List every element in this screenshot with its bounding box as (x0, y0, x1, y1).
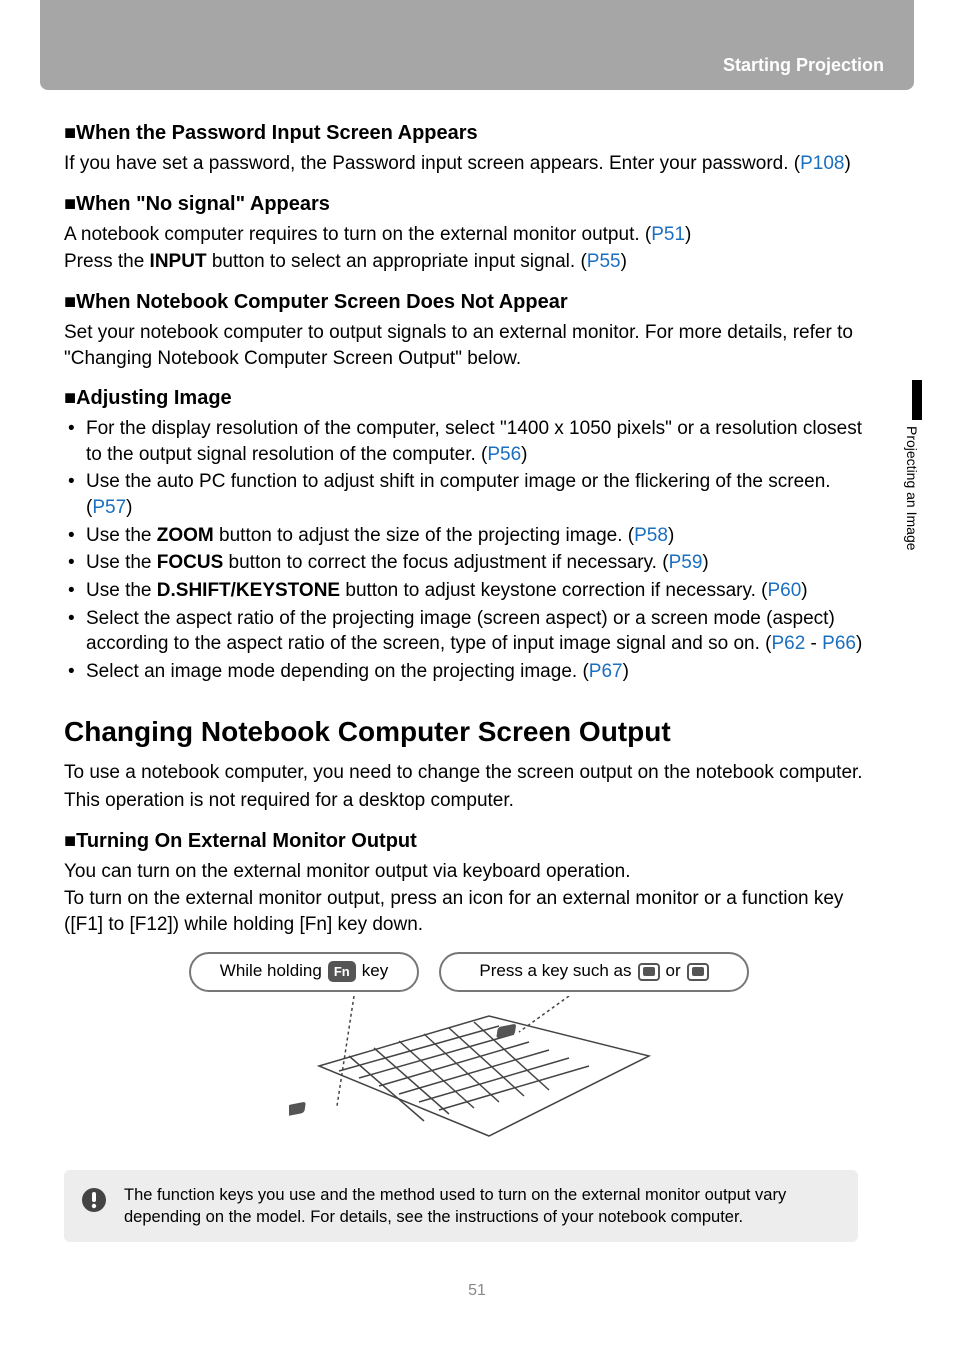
link-p59[interactable]: P59 (669, 552, 703, 573)
page-number: 51 (0, 1282, 954, 1320)
heading-text: When Notebook Computer Screen Does Not A… (76, 291, 568, 313)
caution-icon (80, 1186, 108, 1214)
list-item: Use the auto PC function to adjust shift… (64, 469, 864, 520)
heading-text: When "No signal" Appears (76, 193, 330, 215)
changing-p1: To use a notebook computer, you need to … (64, 760, 864, 786)
link-p58[interactable]: P58 (634, 525, 668, 546)
section-heading-password: ■When the Password Input Screen Appears (64, 120, 864, 147)
link-p67[interactable]: P67 (589, 661, 623, 682)
dshift-label: D.SHIFT/KEYSTONE (157, 580, 340, 601)
input-label: INPUT (150, 251, 207, 272)
list-item: Use the FOCUS button to correct the focu… (64, 550, 864, 576)
page-content: ■When the Password Input Screen Appears … (0, 90, 954, 1262)
list-item: Select the aspect ratio of the projectin… (64, 606, 864, 657)
section-heading-notebook: ■When Notebook Computer Screen Does Not … (64, 289, 864, 316)
nosignal-line2: Press the INPUT button to select an appr… (64, 249, 864, 275)
note-box: The function keys you use and the method… (64, 1170, 858, 1243)
link-p60[interactable]: P60 (767, 580, 801, 601)
heading-text: Turning On External Monitor Output (76, 830, 417, 852)
link-p55[interactable]: P55 (587, 251, 621, 272)
section-heading-adjusting: ■Adjusting Image (64, 385, 864, 412)
external-p2: To turn on the external monitor output, … (64, 886, 864, 937)
note-text: The function keys you use and the method… (124, 1186, 786, 1226)
capsule-text: or (666, 960, 681, 983)
capsule-text: key (362, 960, 388, 983)
capsule-text: While holding (220, 960, 322, 983)
side-tab-label: Projecting an Image (884, 426, 920, 551)
heading-text: When the Password Input Screen Appears (76, 122, 478, 144)
link-p56[interactable]: P56 (487, 444, 521, 465)
notebook-text: Set your notebook computer to output sig… (64, 320, 864, 371)
heading-text: Adjusting Image (76, 387, 232, 409)
monitor-icon (687, 963, 709, 981)
section-heading-external: ■Turning On External Monitor Output (64, 828, 864, 855)
link-p57[interactable]: P57 (92, 497, 126, 518)
adjusting-list: For the display resolution of the comput… (64, 416, 864, 684)
tab-marker (912, 380, 922, 420)
list-item: Select an image mode depending on the pr… (64, 659, 864, 685)
list-item: Use the D.SHIFT/KEYSTONE button to adjus… (64, 578, 864, 604)
header-title: Starting Projection (723, 55, 884, 76)
external-p1: You can turn on the external monitor out… (64, 859, 864, 885)
capsule-hold-fn: While holding Fn key (189, 952, 419, 992)
keyboard-illustration (289, 996, 669, 1146)
zoom-label: ZOOM (157, 525, 214, 546)
side-tab: Projecting an Image (884, 380, 924, 551)
link-p108[interactable]: P108 (800, 153, 844, 174)
keyboard-diagram: While holding Fn key Press a key such as… (179, 952, 749, 1152)
nosignal-line1: A notebook computer requires to turn on … (64, 222, 864, 248)
focus-label: FOCUS (157, 552, 224, 573)
capsule-press-key: Press a key such as or (439, 952, 749, 992)
link-p62[interactable]: P62 (771, 633, 805, 654)
list-item: Use the ZOOM button to adjust the size o… (64, 523, 864, 549)
link-p66[interactable]: P66 (822, 633, 856, 654)
list-item: For the display resolution of the comput… (64, 416, 864, 467)
section-heading-nosignal: ■When "No signal" Appears (64, 191, 864, 218)
monitor-icon (638, 963, 660, 981)
page-header: Starting Projection (40, 0, 914, 90)
fn-key-icon: Fn (328, 961, 356, 983)
changing-p2: This operation is not required for a des… (64, 788, 864, 814)
main-heading: Changing Notebook Computer Screen Output (64, 713, 864, 751)
capsule-text: Press a key such as (479, 960, 631, 983)
password-text: If you have set a password, the Password… (64, 151, 864, 177)
link-p51[interactable]: P51 (651, 224, 685, 245)
